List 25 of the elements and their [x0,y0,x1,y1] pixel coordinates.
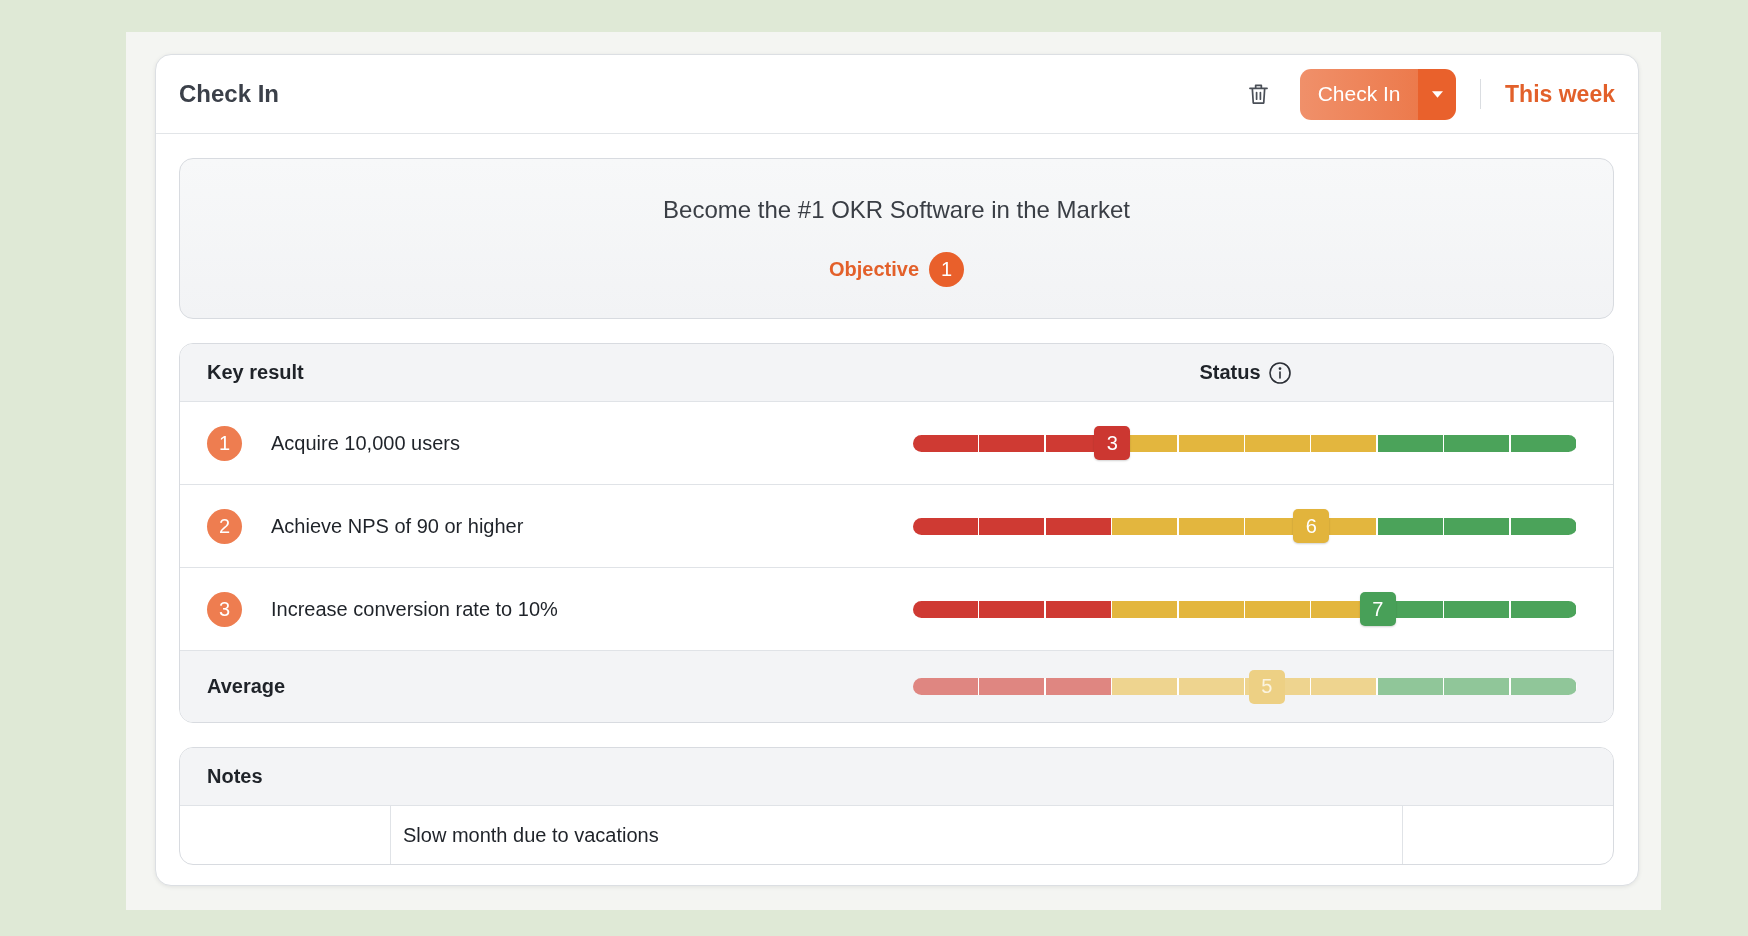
key-result-name: Acquire 10,000 users [271,431,460,455]
key-result-name: Increase conversion rate to 10% [271,597,558,621]
slider-handle[interactable]: 6 [1293,509,1330,543]
info-icon[interactable] [1268,361,1291,384]
slider-handle[interactable]: 3 [1094,426,1131,460]
check-in-button[interactable]: Check In [1300,68,1419,120]
objective-label: Objective [828,258,919,281]
card-title: Check In [179,80,280,108]
average-marker: 5 [1248,669,1285,704]
key-result-number: 2 [207,508,242,544]
objective-number: 1 [929,252,964,287]
notes-header: Notes [207,765,263,788]
objective-title: Become the #1 OKR Software in the Market [663,195,1130,225]
key-result-name: Achieve NPS of 90 or higher [271,514,524,538]
note-text: Slow month due to vacations [403,823,659,847]
period-link[interactable]: This week [1505,80,1615,108]
key-result-number: 1 [207,425,242,461]
caret-icon [1431,90,1443,98]
trash-icon[interactable] [1249,83,1269,105]
dropdown-button[interactable] [1418,68,1457,120]
slider-handle[interactable]: 7 [1359,592,1396,626]
average-label: Average [207,675,286,698]
key-result-number: 3 [207,591,242,627]
column-header: Key result [207,361,304,383]
column-header: Status [1199,361,1261,384]
